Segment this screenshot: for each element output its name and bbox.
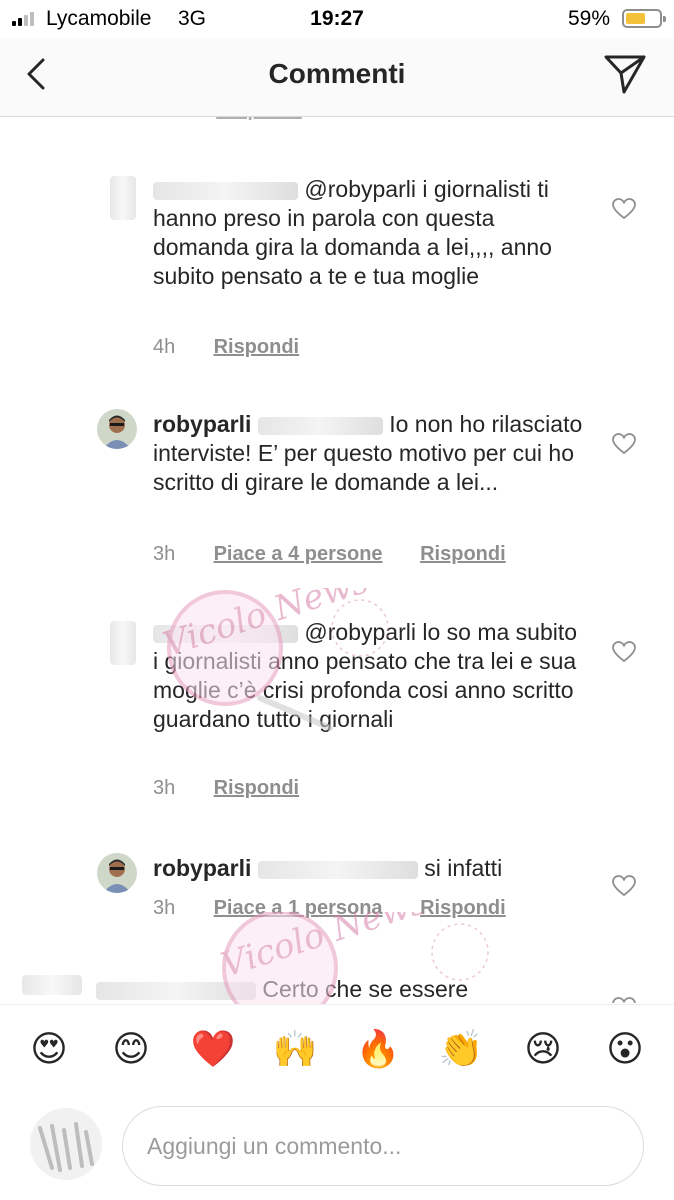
avatar[interactable] xyxy=(97,853,137,893)
heart-eyes-emoji[interactable]: 😍 xyxy=(26,1027,72,1073)
comment-meta: 3h Piace a 1 persona Rispondi xyxy=(153,897,506,920)
comment-mention[interactable]: @robyparli xyxy=(304,619,416,645)
heart-icon[interactable] xyxy=(612,875,636,897)
heart-icon[interactable] xyxy=(612,433,636,455)
comments-list[interactable]: 1hRispondi user @robyparli i giornalisti… xyxy=(0,117,674,1003)
comment-username[interactable]: robyparli xyxy=(153,411,251,437)
reply-button[interactable]: Rispondi xyxy=(214,336,300,359)
top-nav-bar: Commenti xyxy=(0,38,674,117)
avatar[interactable] xyxy=(22,975,82,995)
comment-meta: 3h Piace a 4 persone Rispondi xyxy=(153,543,506,566)
likes-count[interactable]: Piace a 4 persone xyxy=(214,543,383,566)
comment-body: user @robyparli i giornalisti ti hanno p… xyxy=(153,175,583,291)
comment-time: 4h xyxy=(153,336,176,358)
comment-time: 3h xyxy=(153,543,176,565)
previous-comment-meta: 1hRispondi xyxy=(154,117,302,122)
comment-body: robyparli mention Io non ho rilasciato i… xyxy=(153,410,583,497)
comment-username[interactable]: robyparli xyxy=(153,855,251,881)
red-heart-emoji[interactable]: ❤️ xyxy=(190,1027,236,1073)
heart-icon[interactable] xyxy=(612,997,636,1003)
reply-button[interactable]: Rispondi xyxy=(420,897,506,920)
avatar[interactable] xyxy=(110,621,136,665)
redacted-username: user xyxy=(96,981,256,1000)
redacted-mention: mention xyxy=(257,860,418,879)
reply-button[interactable]: Rispondi xyxy=(420,543,506,566)
comment-input[interactable] xyxy=(122,1106,644,1186)
comment-meta: 3h Rispondi xyxy=(153,777,299,800)
comment-time: 3h xyxy=(153,777,176,799)
comment-username[interactable]: user xyxy=(153,181,298,200)
emoji-quick-bar: 😍 😊 ❤️ 🙌 🔥 👏 😢 😮 xyxy=(0,1004,674,1097)
battery-percent: 59% xyxy=(567,7,610,30)
paper-plane-icon[interactable] xyxy=(602,52,648,96)
raised-hands-emoji[interactable]: 🙌 xyxy=(272,1027,318,1073)
heart-icon[interactable] xyxy=(612,198,636,220)
likes-count[interactable]: Piace a 1 persona xyxy=(214,897,383,920)
comment-body: robyparli mention si infatti xyxy=(153,854,583,883)
comment-username[interactable]: user xyxy=(153,624,298,643)
comment-meta: 4h Rispondi xyxy=(153,336,299,359)
comment-text: Certo che se essere xyxy=(262,976,469,1002)
status-bar: Lycamobile 3G 19:27 59% xyxy=(0,0,674,38)
composer-avatar xyxy=(30,1108,102,1180)
comment-body: user Certo che se essere xyxy=(96,975,576,1003)
crying-emoji[interactable]: 😢 xyxy=(520,1027,566,1073)
fire-emoji[interactable]: 🔥 xyxy=(355,1027,401,1073)
heart-icon[interactable] xyxy=(612,641,636,663)
comment-mention[interactable]: @robyparli xyxy=(304,176,416,202)
comment-body: user @robyparli lo so ma subito i giorna… xyxy=(153,618,583,734)
reply-button[interactable]: Rispondi xyxy=(214,777,300,800)
avatar[interactable] xyxy=(97,409,137,449)
smile-emoji[interactable]: 😊 xyxy=(108,1027,154,1073)
comment-time: 3h xyxy=(153,897,176,919)
comment-text: si infatti xyxy=(424,855,503,881)
redacted-mention: mention xyxy=(257,416,383,435)
clap-emoji[interactable]: 👏 xyxy=(438,1027,484,1073)
page-title: Commenti xyxy=(268,58,406,89)
battery-icon xyxy=(622,9,666,28)
avatar[interactable] xyxy=(110,176,136,220)
surprised-emoji[interactable]: 😮 xyxy=(602,1027,648,1073)
